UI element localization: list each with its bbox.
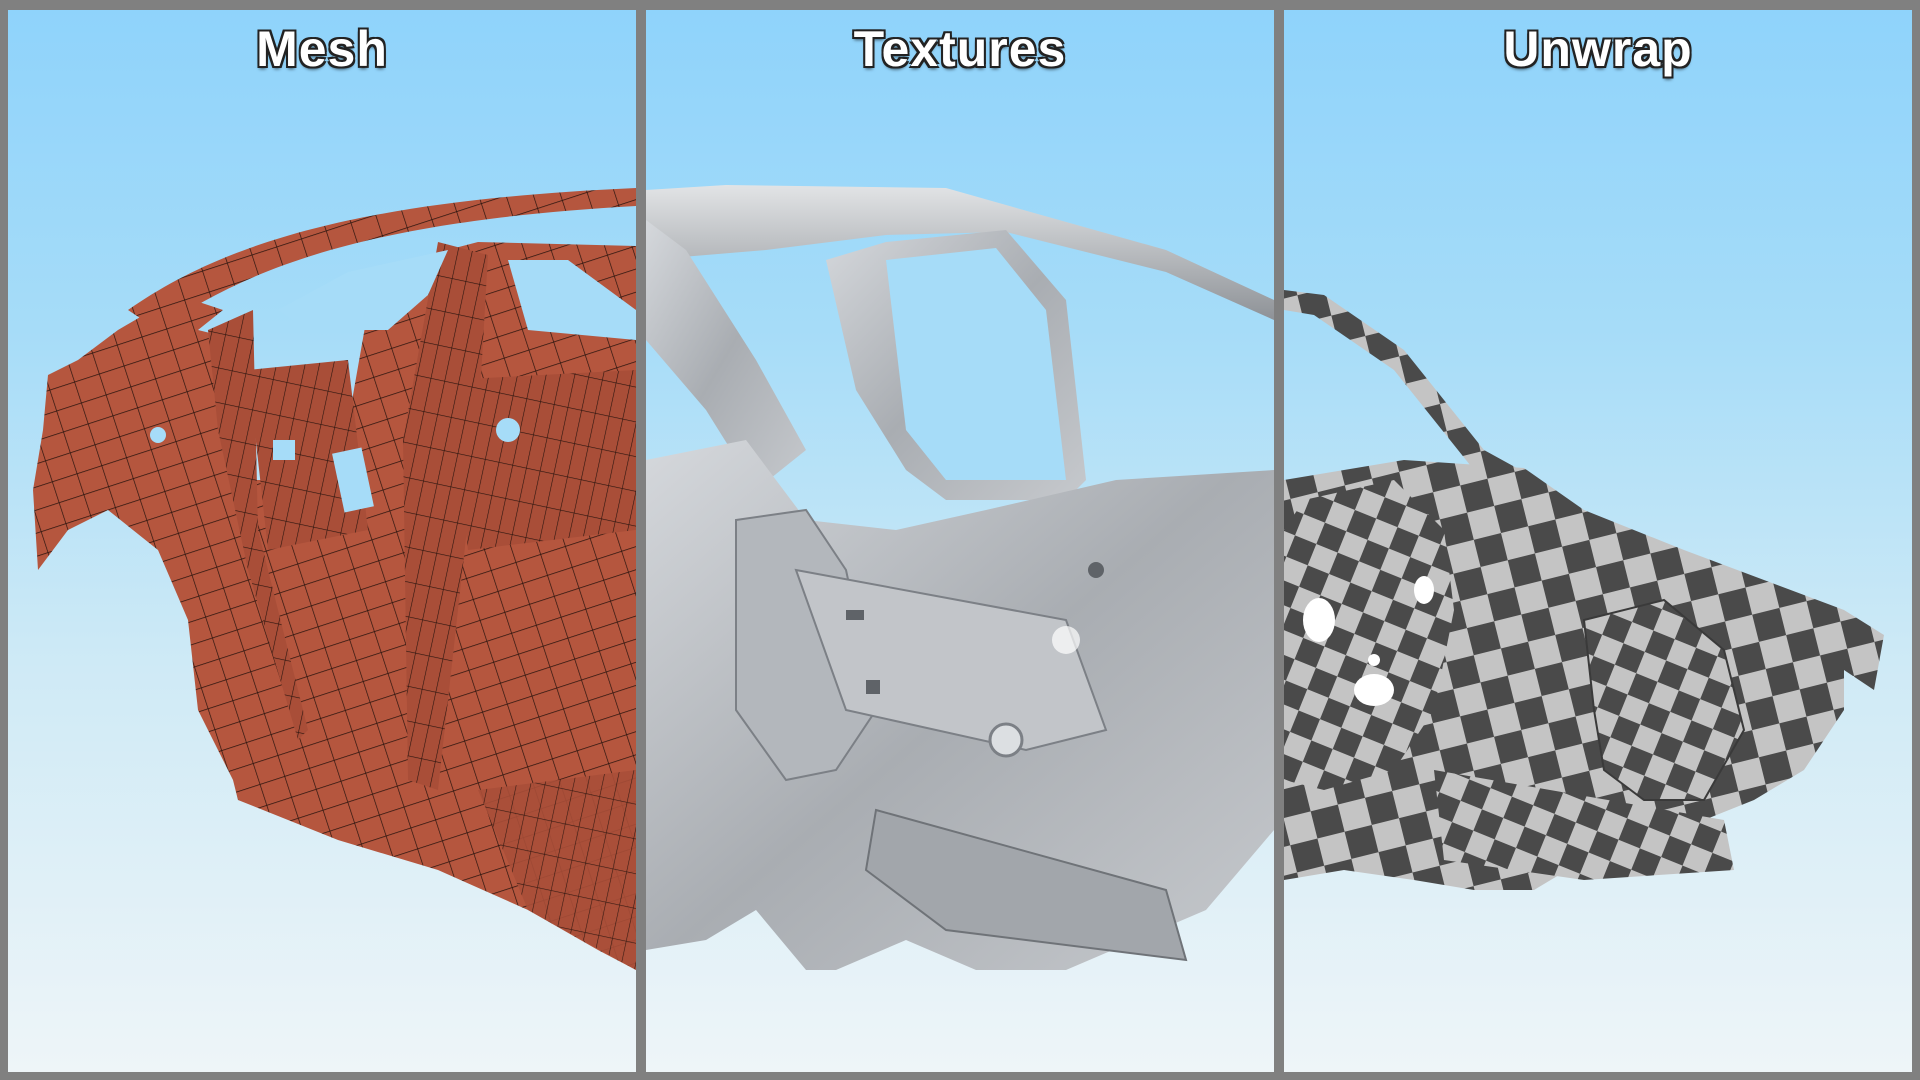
car-body-textured-render: [646, 185, 1274, 970]
car-body-mesh-render: [33, 188, 636, 970]
panel-mesh: Mesh: [8, 10, 636, 1072]
panel-title-unwrap: Unwrap: [1503, 21, 1693, 77]
panel-unwrap: Unwrap: [1284, 10, 1912, 1072]
panel-title-mesh: Mesh: [256, 21, 388, 77]
comparison-panels: Mesh Textures Unwrap: [8, 10, 1912, 1072]
panel-textures: Textures: [646, 10, 1274, 1072]
car-body-uv-checker-render: [1284, 290, 1884, 890]
panel-title-textures: Textures: [853, 21, 1067, 77]
